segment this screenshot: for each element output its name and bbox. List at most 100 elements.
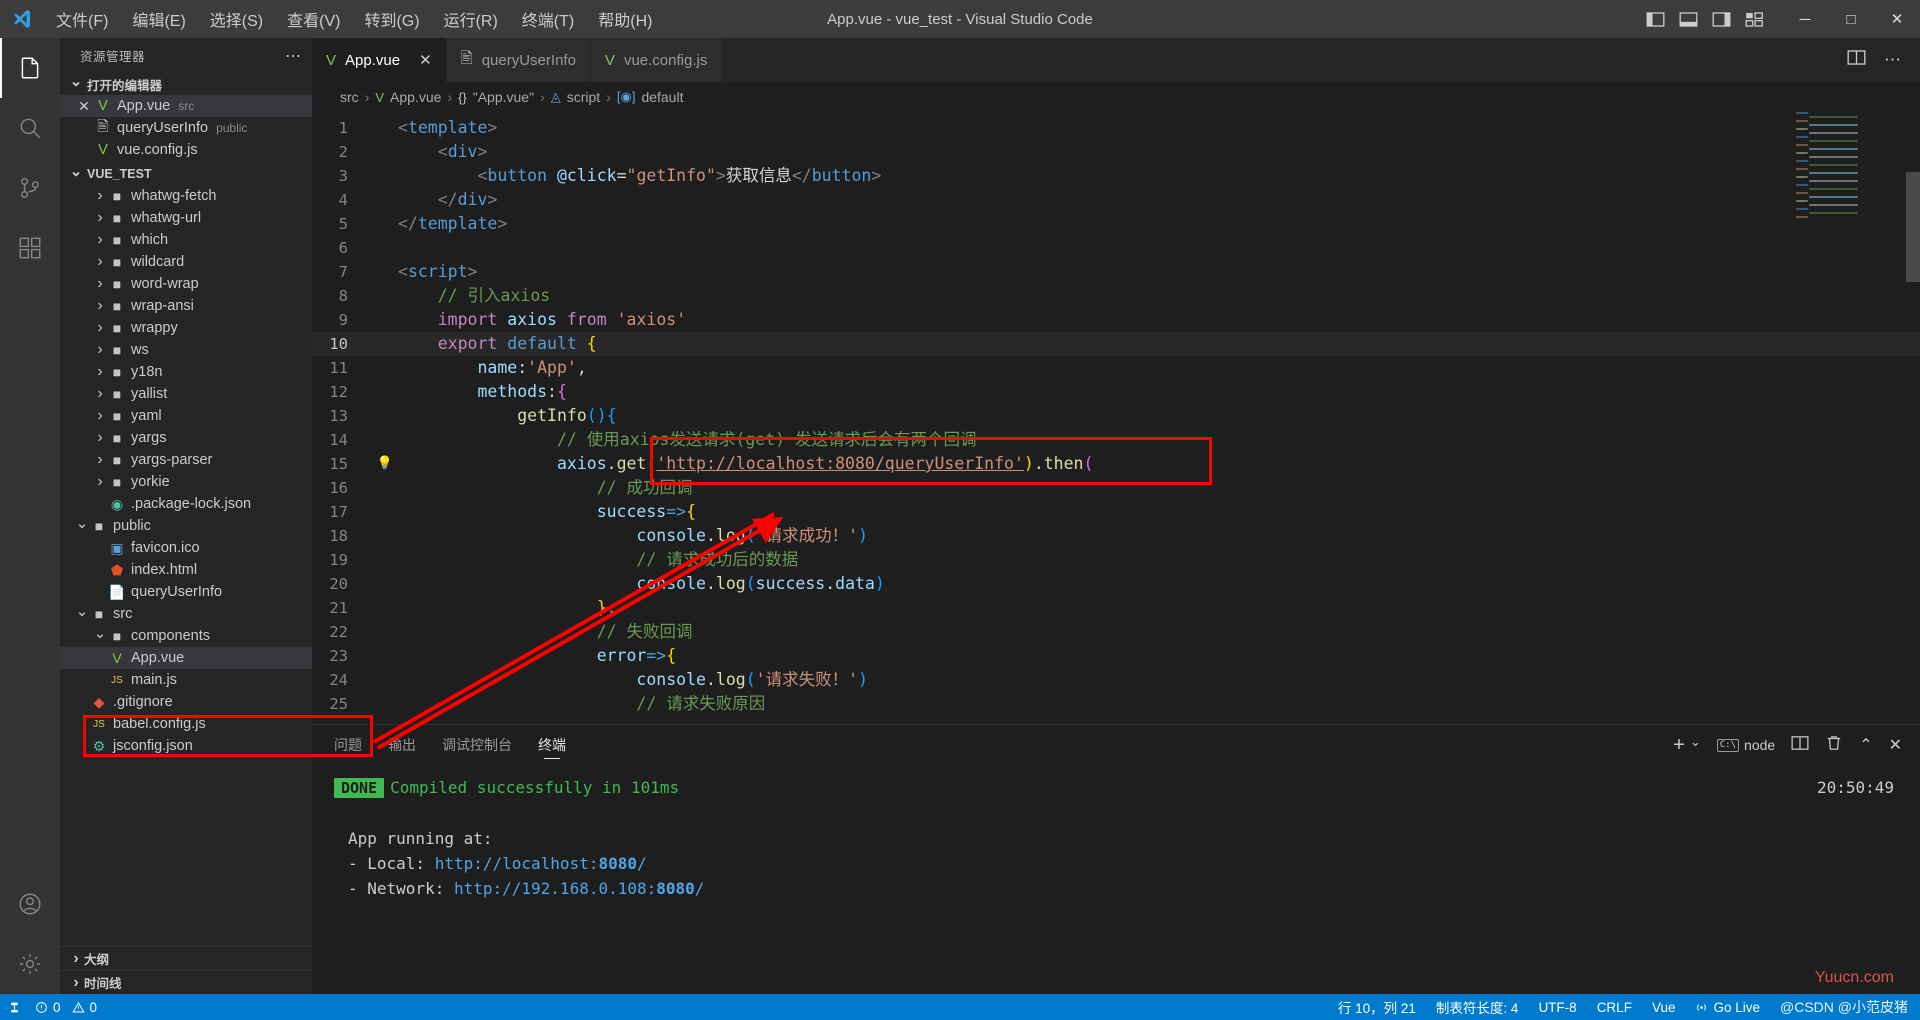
code-line-24[interactable]: 24 console.log('请求失败！') — [312, 668, 1920, 692]
code-line-5[interactable]: 5</template> — [312, 212, 1920, 236]
split-editor-icon[interactable] — [1847, 48, 1866, 72]
panel-tab-terminal[interactable]: 终端 — [538, 725, 566, 765]
chevron-right-icon[interactable] — [92, 407, 108, 425]
chevron-down-icon[interactable] — [74, 605, 90, 623]
tree-item-yargs-parser[interactable]: ■yargs-parser — [60, 449, 312, 471]
menu-run[interactable]: 运行(R) — [432, 3, 510, 35]
code-line-3[interactable]: 3 <button @click="getInfo">获取信息</button> — [312, 164, 1920, 188]
new-terminal-button[interactable]: + ⌄ — [1673, 734, 1701, 757]
network-url-pre[interactable]: http://192.168.0.108: — [454, 879, 656, 898]
menu-file[interactable]: 文件(F) — [44, 3, 120, 35]
section-outline[interactable]: 大纲 — [60, 946, 312, 970]
quick-fix-lightbulb-icon[interactable]: 💡 — [372, 452, 398, 476]
tab-vue-config[interactable]: V vue.config.js — [591, 38, 722, 82]
sidebar-more-icon[interactable]: ⋯ — [285, 46, 302, 66]
activity-source-control[interactable] — [0, 158, 60, 218]
status-cursor-position[interactable]: 行 10，列 21 — [1338, 997, 1416, 1017]
tree-item-whatwg-fetch[interactable]: ■whatwg-fetch — [60, 185, 312, 207]
panel-tab-problems[interactable]: 问题 — [334, 725, 362, 765]
status-language-mode[interactable]: Vue — [1652, 1000, 1676, 1015]
breadcrumb-symbol-root[interactable]: "App.vue" — [473, 89, 534, 105]
chevron-right-icon[interactable] — [92, 297, 108, 315]
toggle-panel-icon[interactable] — [1679, 10, 1698, 29]
menu-selection[interactable]: 选择(S) — [198, 3, 275, 35]
code-line-12[interactable]: 12 methods:{ — [312, 380, 1920, 404]
toggle-secondary-sidebar-icon[interactable] — [1712, 10, 1731, 29]
code-line-11[interactable]: 11 name:'App', — [312, 356, 1920, 380]
menu-view[interactable]: 查看(V) — [275, 3, 352, 35]
chevron-right-icon[interactable] — [92, 319, 108, 337]
code-line-9[interactable]: 9 import axios from 'axios' — [312, 308, 1920, 332]
code-line-17[interactable]: 17 success=>{ — [312, 500, 1920, 524]
customize-layout-icon[interactable] — [1745, 10, 1764, 29]
code-line-13[interactable]: 13 getInfo(){ — [312, 404, 1920, 428]
tab-close-icon[interactable]: ✕ — [419, 51, 432, 69]
activity-settings[interactable] — [0, 934, 60, 994]
section-timeline[interactable]: 时间线 — [60, 970, 312, 994]
code-line-6[interactable]: 6 — [312, 236, 1920, 260]
open-editor-vue-config[interactable]: V vue.config.js — [60, 139, 312, 161]
toggle-primary-sidebar-icon[interactable] — [1646, 10, 1665, 29]
close-button[interactable]: ✕ — [1874, 0, 1920, 38]
maximize-panel-icon[interactable]: ⌃ — [1859, 735, 1872, 755]
remote-indicator[interactable] — [8, 1001, 21, 1014]
panel-tab-output[interactable]: 输出 — [388, 725, 416, 765]
code-line-20[interactable]: 20 console.log(success.data) — [312, 572, 1920, 596]
tree-item--package-lock-json[interactable]: ◉.package-lock.json — [60, 493, 312, 515]
chevron-right-icon[interactable] — [92, 275, 108, 293]
code-line-16[interactable]: 16 // 成功回调 — [312, 476, 1920, 500]
status-indentation[interactable]: 制表符长度: 4 — [1436, 997, 1519, 1017]
code-line-21[interactable]: 21 }, — [312, 596, 1920, 620]
status-problems[interactable]: 0 0 — [35, 1000, 97, 1015]
chevron-right-icon[interactable] — [92, 429, 108, 447]
status-go-live[interactable]: Go Live — [1695, 1000, 1760, 1015]
section-project[interactable]: VUE_TEST — [60, 163, 312, 185]
tree-item-wildcard[interactable]: ■wildcard — [60, 251, 312, 273]
terminal-output[interactable]: DONECompiled successfully in 101ms App r… — [312, 765, 1920, 994]
menu-help[interactable]: 帮助(H) — [586, 3, 664, 35]
chevron-right-icon[interactable] — [92, 209, 108, 227]
code-line-1[interactable]: 1<template> — [312, 116, 1920, 140]
menu-edit[interactable]: 编辑(E) — [120, 3, 197, 35]
open-editor-queryuserinfo[interactable]: 🖹 queryUserInfo public — [60, 117, 312, 139]
code-line-10[interactable]: 10 export default { — [312, 332, 1920, 356]
code-line-14[interactable]: 14 // 使用axios发送请求(get) 发送请求后会有两个回调 — [312, 428, 1920, 452]
tree-item-index-html[interactable]: ⬟index.html — [60, 559, 312, 581]
scrollbar-thumb[interactable] — [1906, 172, 1920, 282]
split-terminal-icon[interactable] — [1791, 734, 1809, 756]
code-line-7[interactable]: 7<script> — [312, 260, 1920, 284]
chevron-right-icon[interactable] — [92, 187, 108, 205]
code-line-4[interactable]: 4 </div> — [312, 188, 1920, 212]
tree-item-yargs[interactable]: ■yargs — [60, 427, 312, 449]
minimize-button[interactable]: ─ — [1782, 0, 1828, 38]
tree-item-wrappy[interactable]: ■wrappy — [60, 317, 312, 339]
menu-terminal[interactable]: 终端(T) — [510, 3, 586, 35]
close-panel-icon[interactable]: ✕ — [1889, 735, 1902, 755]
tab-app-vue[interactable]: V App.vue ✕ — [312, 38, 447, 82]
code-editor[interactable]: 1<template>2 <div>3 <button @click="getI… — [312, 112, 1920, 724]
tree-item--gitignore[interactable]: ◆.gitignore — [60, 691, 312, 713]
code-line-25[interactable]: 25 // 请求失败原因 — [312, 692, 1920, 716]
panel-tab-debug-console[interactable]: 调试控制台 — [442, 725, 512, 765]
code-lines[interactable]: 1<template>2 <div>3 <button @click="getI… — [312, 112, 1920, 724]
terminal-shell-selector[interactable]: C:\ node — [1717, 737, 1775, 753]
status-encoding[interactable]: UTF-8 — [1538, 1000, 1576, 1015]
tree-item-word-wrap[interactable]: ■word-wrap — [60, 273, 312, 295]
code-line-8[interactable]: 8 // 引入axios — [312, 284, 1920, 308]
menu-go[interactable]: 转到(G) — [352, 3, 431, 35]
trash-icon[interactable] — [1825, 734, 1843, 756]
tree-item-yaml[interactable]: ■yaml — [60, 405, 312, 427]
activity-search[interactable] — [0, 98, 60, 158]
tree-item-components[interactable]: ■components — [60, 625, 312, 647]
chevron-right-icon[interactable] — [92, 473, 108, 491]
local-url-pre[interactable]: http://localhost: — [435, 854, 599, 873]
tree-item-whatwg-url[interactable]: ■whatwg-url — [60, 207, 312, 229]
tree-item-main-js[interactable]: JSmain.js — [60, 669, 312, 691]
code-line-19[interactable]: 19 // 请求成功后的数据 — [312, 548, 1920, 572]
tree-item-ws[interactable]: ■ws — [60, 339, 312, 361]
code-line-22[interactable]: 22 // 失败回调 — [312, 620, 1920, 644]
tree-item-yallist[interactable]: ■yallist — [60, 383, 312, 405]
close-icon[interactable]: ✕ — [74, 98, 94, 115]
tree-item-wrap-ansi[interactable]: ■wrap-ansi — [60, 295, 312, 317]
chevron-down-icon[interactable] — [92, 627, 108, 645]
